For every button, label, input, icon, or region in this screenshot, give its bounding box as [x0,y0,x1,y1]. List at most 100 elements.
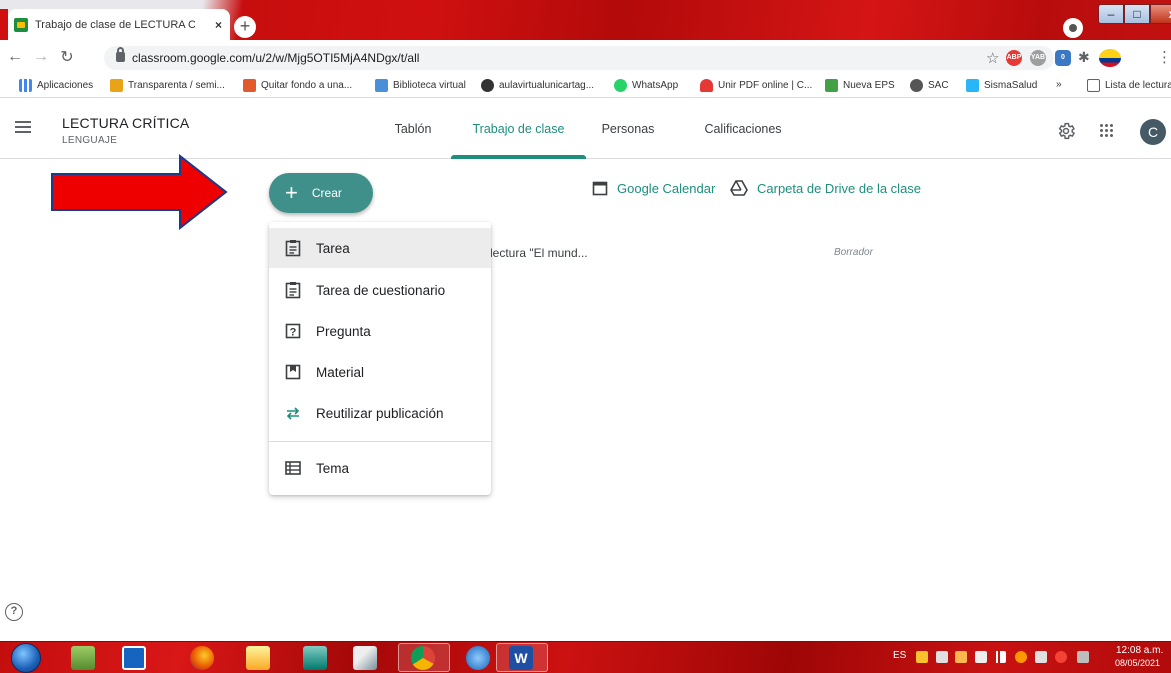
menu-item-material[interactable]: Material [269,352,491,392]
checkmark-icon [825,79,838,92]
draft-assignment-title[interactable]: lectura "El mund... [490,246,588,260]
chrome-profile-icon[interactable] [1063,18,1083,38]
bookmark-favicon-icon [375,79,388,92]
media-player-icon[interactable] [122,646,146,670]
bookmark-aplicaciones[interactable]: Aplicaciones [19,79,93,92]
tray-app-icon[interactable] [1035,651,1047,663]
menu-item-tema[interactable]: Tema [269,448,491,488]
tab-strip-edge [0,9,8,40]
calendar-icon [592,181,608,196]
menu-item-label: Pregunta [316,323,371,339]
bookmark-whatsapp[interactable]: WhatsApp [614,79,678,92]
reading-list-label: Lista de lectura [1105,80,1171,91]
internet-explorer-icon[interactable] [466,646,490,670]
adblock-plus-icon[interactable]: ABP [1006,50,1022,66]
language-indicator[interactable]: ES [893,650,906,661]
tab-trabajo-de-clase[interactable]: Trabajo de clase [451,99,586,159]
menu-divider [269,441,491,442]
bookmarks-bar: Aplicaciones Transparenta / semi... Quit… [0,74,1171,98]
bookmark-label: Aplicaciones [37,80,94,91]
bookmark-label: Unir PDF online | C... [718,80,813,91]
draft-status: Borrador [834,247,873,258]
close-window-button[interactable]: x [1150,4,1171,24]
material-icon [285,364,301,380]
extension-badge-icon[interactable]: 0 [1055,50,1071,66]
tray-app-icon[interactable] [916,651,928,663]
reload-icon[interactable]: ↻ [56,47,78,67]
menu-item-tarea-cuestionario[interactable]: Tarea de cuestionario [269,270,491,310]
settings-gear-icon[interactable] [1056,121,1076,141]
users-app-icon[interactable] [303,646,327,670]
google-calendar-link[interactable]: Google Calendar [592,180,715,196]
tray-app-icon[interactable] [936,651,948,663]
file-explorer-icon[interactable] [246,646,270,670]
minimize-button[interactable]: – [1098,4,1124,24]
tab-tablon[interactable]: Tablón [376,99,450,159]
bookmark-label: WhatsApp [632,80,679,91]
signal-strength-icon[interactable] [994,651,1006,663]
menu-item-tarea[interactable]: Tarea [269,228,491,268]
menu-item-reutilizar[interactable]: Reutilizar publicación [269,393,491,433]
bookmark-quitar-fondo[interactable]: Quitar fondo a una... [243,79,352,92]
tab-close-icon[interactable]: × [215,18,222,32]
windows-start-button[interactable] [11,643,41,673]
whatsapp-icon [614,79,627,92]
chrome-menu-icon[interactable]: ⋮ [1157,48,1171,66]
bookmark-nueva-eps[interactable]: Nueva EPS [825,79,895,92]
create-button[interactable]: + Crear [269,173,373,213]
bookmark-star-icon[interactable]: ☆ [986,49,999,67]
tray-app-icon[interactable] [955,651,967,663]
tab-calificaciones[interactable]: Calificaciones [688,99,798,159]
bookmark-unir-pdf[interactable]: Unir PDF online | C... [700,79,812,92]
bookmark-favicon-icon [966,79,979,92]
lock-icon[interactable] [116,47,125,62]
forward-arrow-icon[interactable]: → [30,48,52,66]
browser-tab[interactable]: Trabajo de clase de LECTURA CRÍ × [8,9,230,40]
quiz-assignment-icon [285,282,301,299]
maximize-button[interactable]: □ [1124,4,1150,24]
tab-personas[interactable]: Personas [590,99,666,159]
bookmark-favicon-icon [243,79,256,92]
window-controls: – □ x [1098,4,1171,24]
extensions-puzzle-icon[interactable]: ✱ [1078,49,1090,66]
drive-icon [730,180,748,196]
reuse-icon [286,407,300,420]
svg-text:?: ? [290,327,297,339]
red-arrow-annotation [51,154,228,230]
yab-extension-icon[interactable]: YAB [1030,50,1046,66]
action-center-icon[interactable] [1077,651,1089,663]
bookmark-sismasalud[interactable]: SismaSalud [966,79,1037,92]
menu-item-label: Tarea de cuestionario [316,282,446,298]
menu-item-pregunta[interactable]: ? Pregunta [269,311,491,351]
tray-app-icon[interactable] [1015,651,1027,663]
chrome-icon [411,646,435,670]
address-bar-url[interactable]: classroom.google.com/u/2/w/Mjg5OTI5MjA4N… [132,51,419,65]
back-arrow-icon[interactable]: ← [4,48,26,66]
profile-flag-icon[interactable] [1099,49,1121,67]
tray-app-icon[interactable] [975,651,987,663]
firefox-icon[interactable] [190,646,214,670]
help-icon[interactable]: ? [5,603,23,621]
bookmarks-overflow-button[interactable]: » [1056,79,1062,90]
bookmark-transparenta[interactable]: Transparenta / semi... [110,79,225,92]
google-apps-icon[interactable] [1100,124,1114,138]
scanner-app-icon[interactable] [353,646,377,670]
new-tab-button[interactable]: + [234,16,256,38]
class-name[interactable]: LECTURA CRÍTICA [62,115,189,131]
account-avatar[interactable]: C [1140,119,1166,145]
tray-app-icon[interactable] [1055,651,1067,663]
bookmark-biblioteca-virtual[interactable]: Biblioteca virtual [375,79,466,92]
bookmark-sac[interactable]: SAC [910,79,949,92]
create-button-label: Crear [311,186,342,200]
bookmark-aulavirtual[interactable]: aulavirtualunicartag... [481,79,594,92]
reading-list-button[interactable]: Lista de lectura [1087,79,1171,92]
bookmark-label: SismaSalud [984,80,1038,91]
network-app-icon[interactable] [71,646,95,670]
drive-folder-link[interactable]: Carpeta de Drive de la clase [730,180,921,196]
taskbar-clock-date[interactable]: 08/05/2021 [1115,658,1160,668]
main-menu-icon[interactable] [15,121,31,133]
word-icon: W [509,646,533,670]
taskbar-clock-time[interactable]: 12:08 a.m. [1116,645,1163,656]
bookmark-label: Quitar fondo a una... [261,80,353,91]
drive-link-label: Carpeta de Drive de la clase [757,180,922,196]
